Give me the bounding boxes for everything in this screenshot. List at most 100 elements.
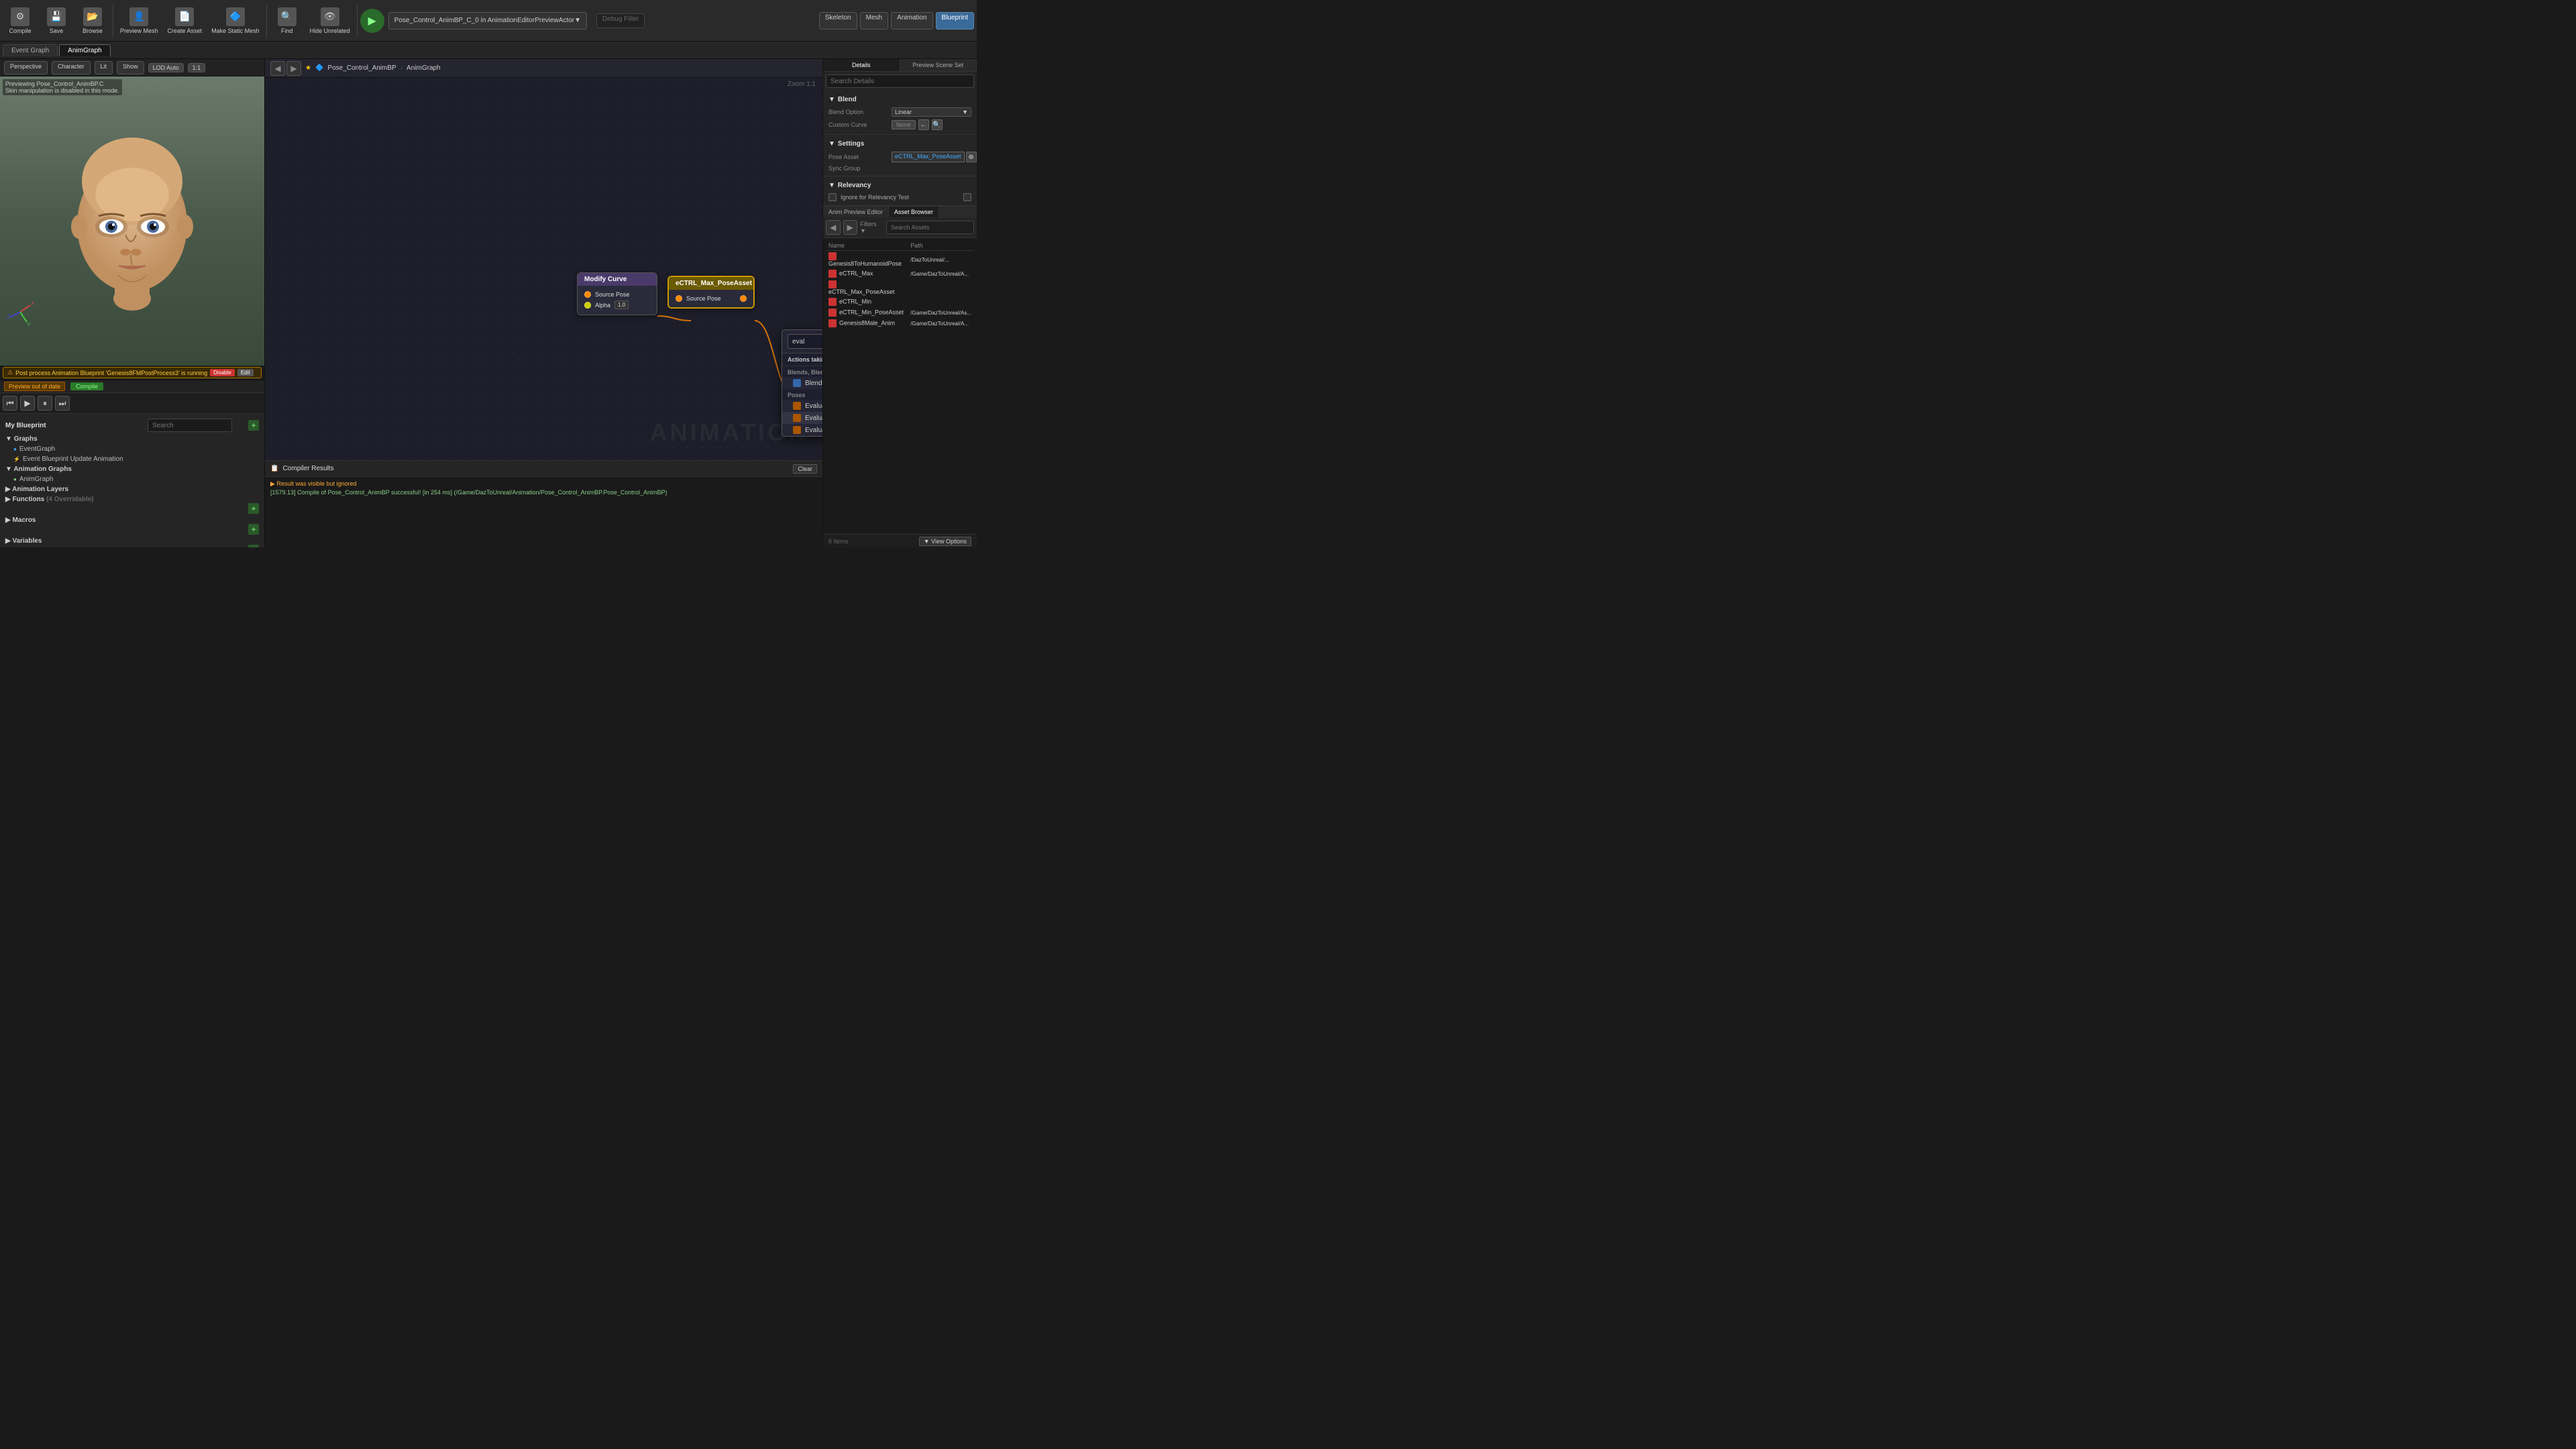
debug-filter-input[interactable]: Debug Filter	[596, 13, 645, 28]
anim-graph-item[interactable]: ●AnimGraph	[3, 474, 262, 484]
settings-section: ▼ Settings Pose Asset eCTRL_Max_PoseAsse…	[823, 135, 977, 176]
context-search-input[interactable]	[788, 334, 822, 349]
find-button[interactable]: 🔍 Find	[270, 2, 305, 40]
asset-browser-tab[interactable]: Asset Browser	[889, 207, 939, 217]
add-macro-button[interactable]: +	[248, 524, 259, 535]
functions-section[interactable]: ▶ Functions (4 Overridable) +	[3, 494, 262, 515]
custom-curve-search-btn[interactable]: 🔍	[932, 119, 943, 130]
preview-mesh-button[interactable]: 👤 Preview Mesh	[116, 2, 162, 40]
skeleton-button[interactable]: Skeleton	[819, 12, 857, 30]
asset-table-row[interactable]: eCTRL_Max_PoseAsset	[826, 279, 974, 297]
left-panel: Perspective Character Lit Show LOD Auto …	[0, 59, 265, 547]
eval-max-icon	[793, 402, 801, 410]
blueprint-title: My Blueprint	[5, 422, 46, 429]
tab-event-graph[interactable]: Event Graph	[3, 44, 58, 56]
event-blueprint-update[interactable]: ⚡Event Blueprint Update Animation	[3, 454, 262, 464]
nav-forward-button[interactable]: ▶	[286, 61, 301, 76]
disable-button[interactable]: Disable	[210, 369, 235, 376]
perspective-button[interactable]: Perspective	[4, 61, 48, 74]
save-button[interactable]: 💾 Save	[39, 2, 74, 40]
event-graph-item[interactable]: ●EventGraph	[3, 444, 262, 454]
ignore-relevancy-checkbox-2[interactable]	[963, 193, 971, 201]
context-menu-header: Context Sensitive ✕	[782, 330, 822, 354]
details-search[interactable]	[826, 74, 974, 88]
path-column-header: Path	[908, 241, 974, 251]
context-menu: Context Sensitive ✕ Actions taking a(n) …	[782, 329, 822, 437]
breadcrumb-icon: 🔷	[315, 64, 323, 72]
pause-button[interactable]: ⏸	[38, 396, 52, 411]
macros-section[interactable]: ▶ Macros +	[3, 515, 262, 536]
animation-button[interactable]: Animation	[891, 12, 932, 30]
blend-header[interactable]: ▼ Blend	[828, 93, 971, 106]
view-options-button[interactable]: ▼ View Options	[919, 537, 971, 546]
anim-layers-section[interactable]: ▶ Animation Layers	[3, 484, 262, 494]
prev-frame-button[interactable]: ⏮	[3, 396, 17, 411]
blend-option-dropdown[interactable]: Linear ▼	[892, 107, 971, 117]
anim-preview-tab[interactable]: Anim Preview Editor	[823, 207, 889, 217]
blend-option-label: Blend Option	[828, 109, 889, 115]
asset-table-row[interactable]: eCTRL_Max/Game/DazToUnreal/A...	[826, 268, 974, 279]
asset-nav-forward[interactable]: ▶	[843, 220, 858, 235]
evaluate-pose-max-item[interactable]: Evaluate Pose eCTRL_Max_PoseAsset	[782, 400, 822, 412]
add-variable-button[interactable]: +	[248, 545, 259, 547]
lit-button[interactable]: Lit	[95, 61, 113, 74]
filters-label[interactable]: Filters ▼	[860, 221, 883, 234]
compiler-icon: 📋	[270, 465, 278, 472]
details-search-container	[823, 72, 977, 91]
blueprint-search[interactable]	[148, 419, 232, 432]
modify-curve-node[interactable]: Modify Curve Source Pose Alpha 1.0	[577, 272, 657, 315]
evaluate-pose-genesis-item[interactable]: Evaluate Pose GenesisToHumanoidPose	[782, 424, 822, 436]
asset-table-row[interactable]: Genesis8ToHumanoidPose/DazToUnreal/...	[826, 251, 974, 269]
play-button[interactable]: ▶	[20, 396, 35, 411]
axes-widget: X Y Z	[7, 299, 34, 325]
edit-button[interactable]: Edit	[237, 369, 254, 376]
ignore-relevancy-label: Ignore for Relevancy Test	[841, 194, 909, 201]
pose-asset-dropdown[interactable]: eCTRL_Max_PoseAsset	[892, 152, 965, 162]
breadcrumb-graph[interactable]: AnimGraph	[407, 64, 441, 72]
create-asset-button[interactable]: 📄 Create Asset	[164, 2, 207, 40]
relevancy-header[interactable]: ▼ Relevancy	[828, 179, 971, 192]
nav-arrows: ◀ ▶	[270, 61, 301, 76]
graphs-section[interactable]: ▼ Graphs	[3, 434, 262, 444]
graph-area[interactable]: Zoom 1:1 ANIMATION Modify Curve Source P…	[265, 78, 822, 460]
character-button[interactable]: Character	[52, 61, 91, 74]
add-function-button[interactable]: +	[248, 503, 259, 514]
preview-scene-tab[interactable]: Preview Scene Set	[900, 59, 977, 71]
alpha-pin-circle	[584, 302, 591, 309]
asset-name: eCTRL_Max_PoseAsset	[826, 279, 908, 297]
anim-bp-dropdown[interactable]: Pose_Control_AnimBP_C_0 in AnimationEdit…	[388, 12, 587, 30]
variables-section[interactable]: ▶ Variables +	[3, 536, 262, 547]
next-frame-button[interactable]: ⏭	[55, 396, 70, 411]
details-tab[interactable]: Details	[823, 59, 900, 71]
show-button[interactable]: Show	[117, 61, 144, 74]
custom-curve-pick-btn[interactable]: ←	[918, 119, 929, 130]
ignore-relevancy-checkbox[interactable]	[828, 193, 837, 201]
asset-nav-back[interactable]: ◀	[826, 220, 841, 235]
nav-back-button[interactable]: ◀	[270, 61, 285, 76]
anim-graphs-section[interactable]: ▼ Animation Graphs	[3, 464, 262, 474]
compile-button[interactable]: ⚙ Compile	[3, 2, 38, 40]
clear-button[interactable]: Clear	[793, 464, 817, 474]
play-button[interactable]: ▶	[360, 9, 384, 33]
browse-button[interactable]: 📂 Browse	[75, 2, 110, 40]
settings-header[interactable]: ▼ Settings	[828, 138, 971, 150]
asset-table-row[interactable]: eCTRL_Min_PoseAsset/Game/DazToUnreal/As.…	[826, 307, 974, 318]
pose-asset-btn-1[interactable]: ⊕	[966, 152, 977, 162]
tab-anim-graph[interactable]: AnimGraph	[59, 44, 111, 56]
asset-table-row[interactable]: Genesis8Male_Anim/Game/DazToUnreal/A...	[826, 318, 974, 329]
asset-search-input[interactable]	[886, 221, 974, 234]
blueprint-button[interactable]: Blueprint	[936, 12, 974, 30]
ectrl-max-node[interactable]: eCTRL_Max_PoseAsset Source Pose	[667, 276, 755, 309]
breadcrumb-star[interactable]: ★	[305, 64, 311, 72]
make-static-mesh-button[interactable]: 🔷 Make Static Mesh	[207, 2, 264, 40]
compiler-results: 📋 Compiler Results Clear ▶ Result was vi…	[265, 460, 822, 547]
mesh-button[interactable]: Mesh	[860, 12, 888, 30]
add-blueprint-button[interactable]: +	[248, 420, 259, 431]
hide-unrelated-button[interactable]: 👁 Hide Unrelated	[306, 2, 354, 40]
blend-poses-item[interactable]: Blend Poses (ESequenceEvalPoint)	[782, 377, 822, 389]
main-toolbar: ⚙ Compile 💾 Save 📂 Browse 👤 Preview Mesh…	[0, 0, 977, 42]
breadcrumb-asset[interactable]: Pose_Control_AnimBP	[327, 64, 396, 72]
compile-status-button[interactable]: Compile	[70, 382, 103, 390]
asset-table-row[interactable]: eCTRL_Min	[826, 297, 974, 307]
evaluate-pose-min-item[interactable]: Evaluate Pose eCTRL_Min_PoseAsset eCTRL_…	[782, 412, 822, 424]
